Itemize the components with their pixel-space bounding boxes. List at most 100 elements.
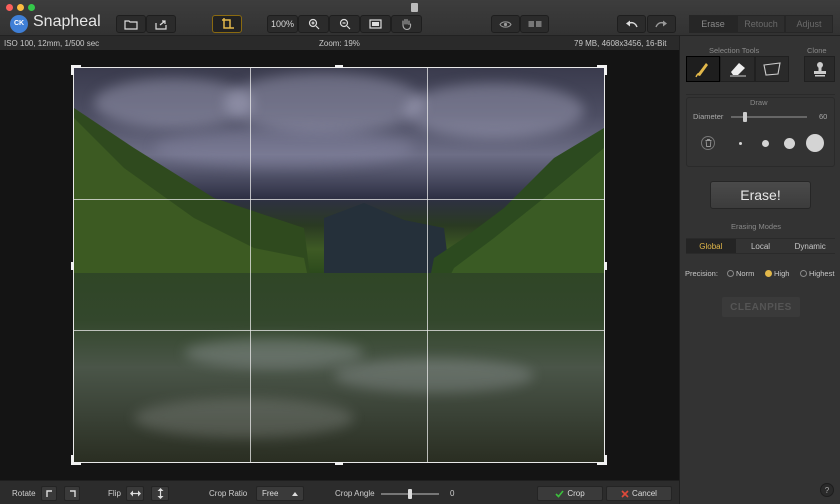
open-button[interactable] [116,15,146,33]
crop-handle-bottom-left[interactable] [71,455,81,465]
fit-screen-button[interactable] [360,15,391,33]
app-logo: CK [10,15,28,33]
precision-high-label: High [774,269,790,278]
brush-icon [695,63,708,78]
camera-info: ISO 100, 12mm, 1/500 sec [4,39,100,48]
crop-toolbar: Rotate Flip Crop Ratio Free Crop Angle 0… [0,480,679,504]
crop-button[interactable]: Crop [537,486,603,501]
eraser-tool-button[interactable] [720,56,755,82]
crop-scissors-icon [222,18,234,29]
minimize-window-button[interactable] [17,4,24,11]
rotate-right-icon [69,490,76,497]
erase-button[interactable]: Erase! [710,181,811,209]
precision-norm-option[interactable]: Norm [727,269,754,278]
mode-global[interactable]: Global [686,239,736,253]
tab-retouch[interactable]: Retouch [737,15,785,33]
eye-icon [499,20,512,28]
crop-handle-left[interactable] [71,262,74,270]
precision-high-option[interactable]: High [765,269,789,278]
compare-button[interactable] [520,15,549,33]
diameter-slider-thumb[interactable] [743,112,747,122]
panel-divider [686,94,835,95]
crop-ratio-label: Crop Ratio [209,489,248,498]
share-icon [155,19,167,30]
radio-highest[interactable] [800,270,807,277]
lasso-polygon-icon [763,62,781,76]
mode-dynamic[interactable]: Dynamic [785,239,835,253]
draw-label: Draw [750,98,768,107]
title-bar: CK Snapheal 100% Erase Retouch Adjust [0,0,840,36]
brush-size-xs[interactable] [739,142,742,145]
radio-norm[interactable] [727,270,734,277]
hand-tool-button[interactable] [391,15,422,33]
tools-panel: Selection Tools Clone Draw Diameter 60 E… [679,36,840,504]
radio-high[interactable] [765,270,772,277]
flip-label: Flip [108,489,121,498]
crop-ratio-value: Free [262,489,279,498]
clear-selection-button[interactable] [701,136,715,150]
clone-label: Clone [807,46,827,55]
crop-angle-value: 0 [450,489,455,498]
crop-frame[interactable] [71,65,607,465]
redo-button[interactable] [647,15,676,33]
flip-horizontal-icon [129,490,141,497]
precision-label: Precision: [685,269,718,278]
tab-erase[interactable]: Erase [689,15,737,33]
split-view-icon [528,21,541,27]
crop-handle-bottom[interactable] [335,462,343,465]
cancel-button[interactable]: Cancel [606,486,672,501]
rotate-left-button[interactable] [41,486,57,501]
crop-ratio-select[interactable]: Free [256,486,304,501]
cancel-button-label: Cancel [632,489,657,498]
crop-angle-slider-thumb[interactable] [408,489,412,499]
clone-stamp-button[interactable] [804,56,835,82]
crop-tool-button[interactable] [212,15,242,33]
tab-adjust[interactable]: Adjust [785,15,833,33]
draw-settings [686,97,835,167]
help-button[interactable]: ? [820,483,834,497]
preview-button[interactable] [491,15,520,33]
cancel-x-icon [621,489,629,498]
brush-size-l[interactable] [806,134,824,152]
rotate-label: Rotate [12,489,36,498]
crop-handle-right[interactable] [604,262,607,270]
brush-tool-button[interactable] [686,56,720,82]
trash-icon [705,139,711,147]
erasing-modes-label: Erasing Modes [731,222,782,231]
crop-handle-top-left[interactable] [71,65,81,75]
flip-horizontal-button[interactable] [126,486,144,501]
fit-screen-icon [369,19,382,29]
precision-highest-label: Highest [809,269,835,278]
crop-handle-bottom-right[interactable] [597,455,607,465]
undo-button[interactable] [617,15,646,33]
precision-highest-option[interactable]: Highest [800,269,834,278]
zoom-in-button[interactable] [298,15,329,33]
lasso-tool-button[interactable] [755,56,789,82]
zoom-readout: Zoom: 19% [319,39,360,48]
zoom-out-icon [339,18,350,30]
diameter-value: 60 [819,112,828,121]
crop-angle-slider[interactable] [381,489,439,499]
image-canvas[interactable] [0,50,679,480]
rotate-right-button[interactable] [64,486,80,501]
zoom-in-icon [308,18,319,30]
info-bar: ISO 100, 12mm, 1/500 sec Zoom: 19% 79 MB… [0,36,679,50]
flip-vertical-icon [157,488,163,499]
watermark-logo: CLEANPIES [722,297,800,317]
zoom-out-button[interactable] [329,15,360,33]
crop-handle-top[interactable] [335,65,343,68]
app-window: CK Snapheal 100% Erase Retouch Adjust IS… [0,0,840,504]
brush-size-m[interactable] [784,138,795,149]
diameter-slider[interactable] [731,112,807,122]
share-button[interactable] [146,15,176,33]
redo-icon [655,20,667,28]
app-name: Snapheal [33,13,101,30]
close-window-button[interactable] [6,4,13,11]
zoom-actual-button[interactable]: 100% [267,15,298,33]
flip-vertical-button[interactable] [151,486,169,501]
zoom-window-button[interactable] [28,4,35,11]
stamp-icon [813,62,826,77]
crop-handle-top-right[interactable] [597,65,607,75]
brush-size-s[interactable] [762,140,769,147]
mode-local[interactable]: Local [736,239,786,253]
